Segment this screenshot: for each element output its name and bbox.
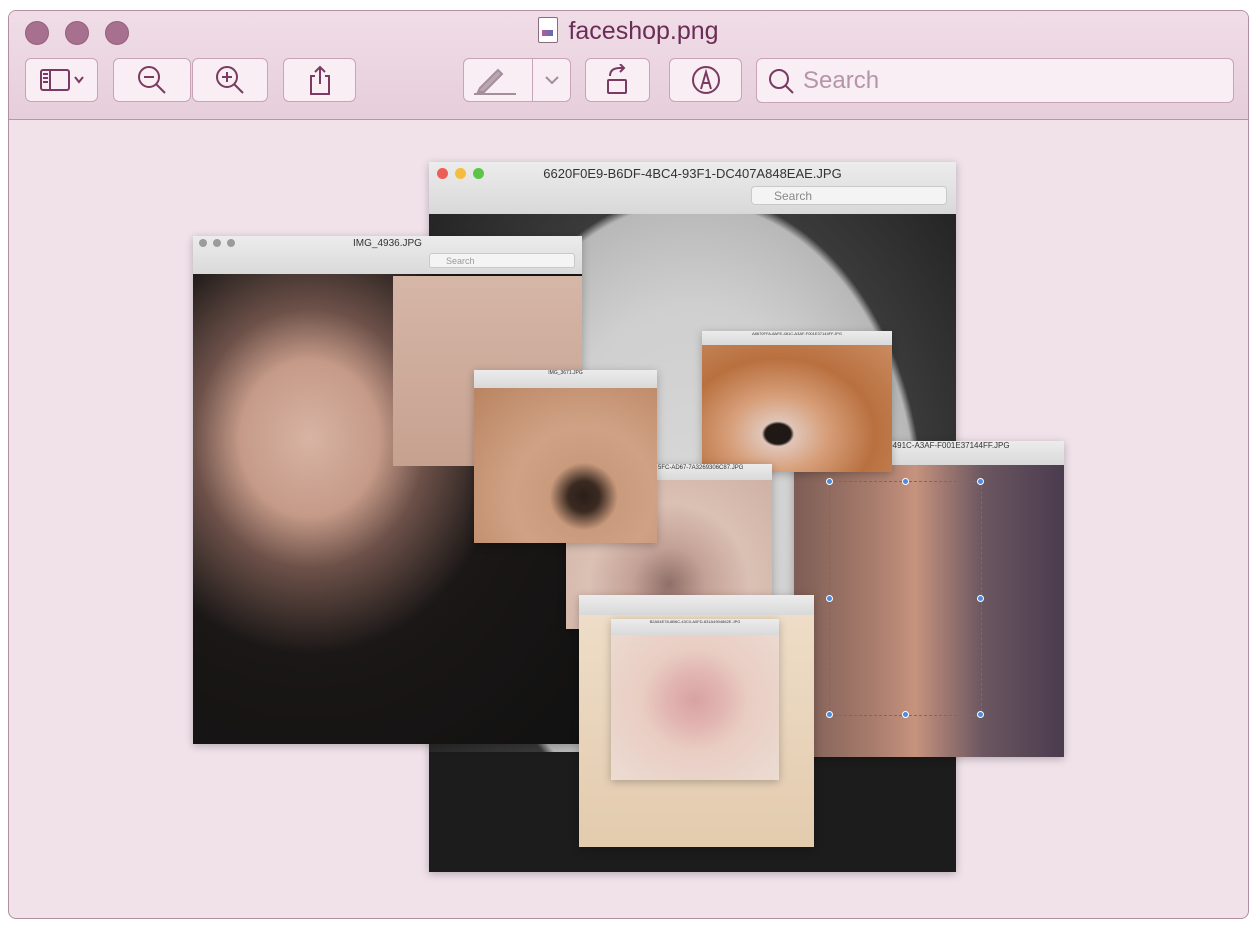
selection-handle [977,711,984,718]
mini-zoom-dot [227,239,235,247]
sidebar-button[interactable] [25,58,98,102]
ear-window-search: Search [429,253,575,268]
zoom-in-button[interactable] [192,58,268,102]
eyelid-photo [702,345,892,472]
mini-minimize-dot [213,239,221,247]
selection-handle [977,478,984,485]
mini-zoom-dot [473,168,484,179]
mini-close-dot [199,239,207,247]
selection-handle [826,595,833,602]
selection-handle [826,478,833,485]
selection-handle [902,711,909,718]
zoom-out-icon [138,66,166,94]
annotate-button[interactable] [669,58,742,102]
eyelid-window-titlebar: A8670FFA-8AFE-481C-A3AF-F001E37144FF.JPG [702,331,892,345]
markup-divider [532,59,533,101]
annotate-icon [691,66,720,94]
search-field[interactable] [756,58,1234,103]
eye-photo [474,388,657,543]
zoom-out-button[interactable] [113,58,191,102]
search-icon [769,69,794,94]
eyelid-window: A8670FFA-8AFE-481C-A3AF-F001E37144FF.JPG [702,331,892,472]
chevron-down-icon[interactable] [542,70,562,90]
lips-back-window-titlebar [579,595,814,615]
markup-button[interactable] [463,58,571,102]
right-window: -491C-A3AF-F001E37144FF.JPG [794,441,1064,757]
rotate-icon [606,64,627,94]
title-bar: faceshop.png [9,11,1248,120]
lips-window-titlebar: B2A54E78-6B6C-43C0-A0FD-831A4904862E.JPG [611,619,779,635]
mini-close-dot [437,168,448,179]
rotate-button[interactable] [585,58,650,102]
selection-handle [826,711,833,718]
window-title: faceshop.png [9,17,1248,46]
selection-handle [902,478,909,485]
back-window-title: 6620F0E9-B6DF-4BC4-93F1-DC407A848EAE.JPG [543,166,842,181]
lips-photo [611,635,779,780]
back-window-search: Search [751,186,947,205]
preview-window: faceshop.png Search 6620F0E9-B6DF-4BC4-9… [8,10,1249,919]
document-icon [538,17,559,43]
share-button[interactable] [283,58,356,102]
selection-handle [977,595,984,602]
zoom-in-icon [216,66,244,94]
eye-window-titlebar: IMG_3671.JPG [474,370,657,388]
search-input[interactable] [801,65,1225,97]
eye-window: IMG_3671.JPG [474,370,657,543]
collage-image: 6620F0E9-B6DF-4BC4-93F1-DC407A848EAE.JPG… [9,119,1248,918]
share-icon [309,65,330,95]
markup-pen-icon [474,68,516,95]
sidebar-icon [39,69,84,91]
mini-minimize-dot [455,168,466,179]
document-canvas: 6620F0E9-B6DF-4BC4-93F1-DC407A848EAE.JPG… [9,119,1248,918]
lips-window: B2A54E78-6B6C-43C0-A0FD-831A4904862E.JPG [611,619,779,780]
selection-rectangle [829,481,982,716]
